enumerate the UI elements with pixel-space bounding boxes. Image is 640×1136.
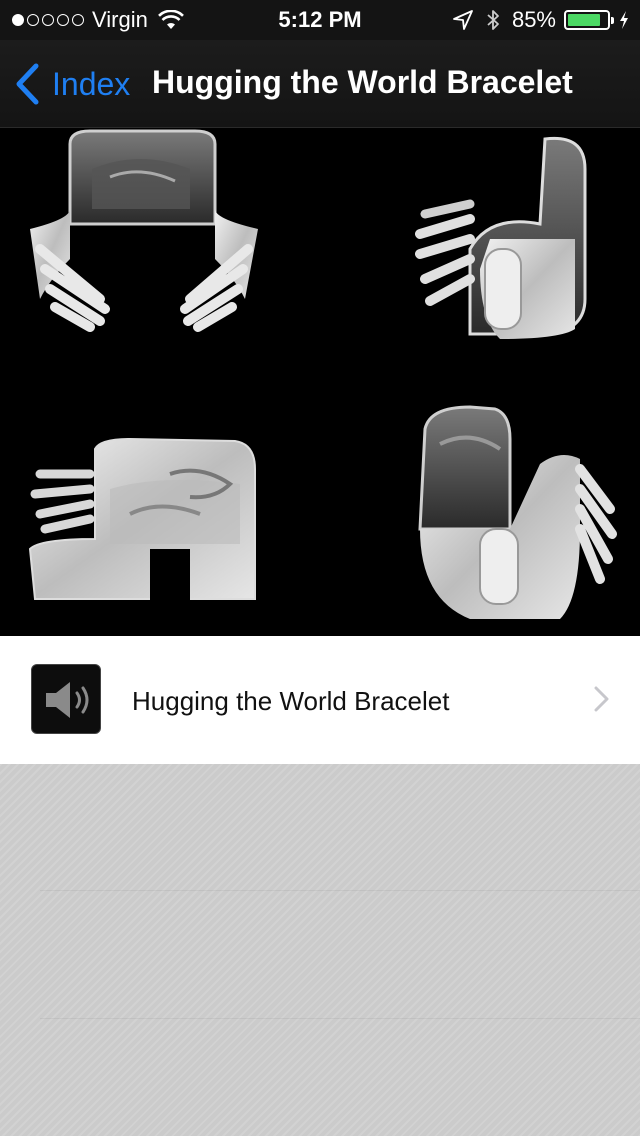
location-arrow-icon: [453, 10, 473, 30]
status-right: 85%: [452, 7, 630, 33]
chevron-left-icon: [16, 63, 39, 105]
back-button-label: Index: [52, 65, 131, 102]
speaker-icon: [46, 682, 89, 718]
audio-list-item[interactable]: Hugging the World Bracelet: [0, 636, 640, 764]
audio-item-label: Hugging the World Bracelet: [132, 686, 450, 716]
empty-row-separator: [40, 890, 640, 891]
empty-row-separator: [40, 1018, 640, 1019]
empty-table-area: [0, 764, 640, 1136]
battery-level-fill: [568, 14, 601, 26]
battery-nub: [611, 17, 614, 24]
charging-bolt-icon: [620, 11, 628, 29]
bluetooth-icon: [487, 10, 499, 30]
page-title: Hugging the World Bracelet: [152, 64, 573, 100]
chevron-right-icon: [594, 686, 609, 712]
battery-icon: [564, 10, 614, 30]
status-bar: Virgin 5:12 PM 85%: [0, 0, 640, 40]
back-button[interactable]: Index: [14, 60, 130, 108]
battery-percent: 85%: [511, 7, 556, 32]
audio-thumbnail: [31, 664, 101, 734]
navigation-bar: Index Hugging the World Bracelet: [0, 40, 640, 128]
bracelet-photo-drawing: [0, 129, 640, 636]
bracelet-photo: [0, 129, 640, 636]
